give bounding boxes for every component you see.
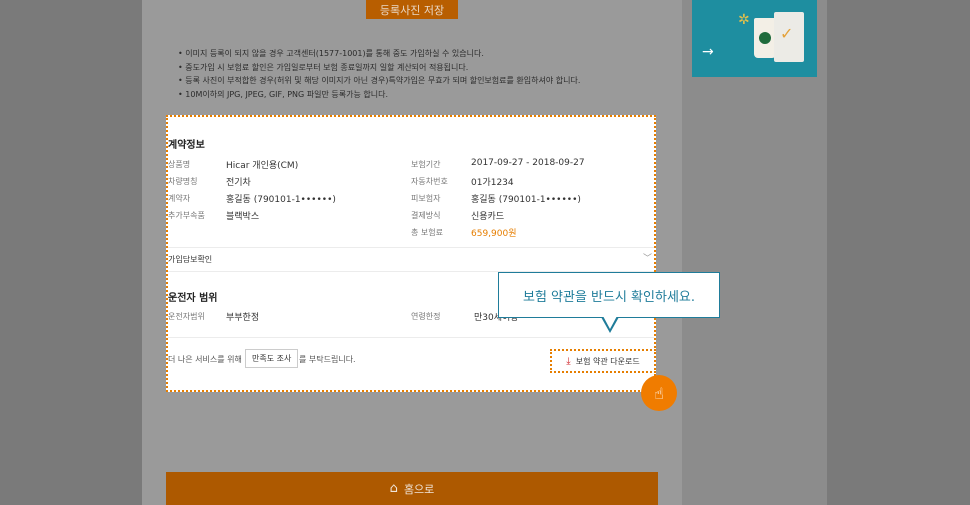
coverage-toggle-title[interactable]: 가입담보확인 (168, 254, 212, 265)
vehicle-value: 전기차 (226, 178, 251, 188)
divider (168, 337, 654, 338)
home-icon: ⌂ (389, 481, 398, 496)
notice-item: 이미지 등록이 되지 않을 경우 고객센터(1577-1001)를 통해 중도 … (178, 47, 658, 61)
period-label: 보험기간 (411, 160, 441, 169)
product-label: 상품명 (168, 160, 191, 169)
driver-range-label: 운전자범위 (168, 312, 205, 321)
terms-download-button[interactable]: ⤓ 보험 약관 다운로드 (550, 349, 656, 373)
divider (168, 247, 654, 248)
contract-card: 계약정보 상품명 Hicar 개인용(CM) 차량명칭 전기차 계약자 홍길동 … (166, 115, 656, 392)
payment-value: 신용카드 (471, 212, 505, 222)
survey-text-suffix: 를 부탁드립니다. (299, 355, 356, 364)
gear-icon: ✲ (738, 12, 750, 28)
terms-download-label: 보험 약관 다운로드 (575, 356, 640, 366)
coffee-cup-icon (754, 18, 776, 58)
vehicle-label: 차량명칭 (168, 177, 198, 186)
tooltip-pointer (601, 316, 619, 333)
home-button[interactable]: ⌂ 홈으로 (166, 472, 658, 505)
insured-value: 홍길동 (790101-1••••••) (471, 195, 581, 205)
notice-list: 이미지 등록이 되지 않을 경우 고객센터(1577-1001)를 통해 중도 … (178, 47, 658, 101)
chevron-down-icon[interactable]: ﹀ (643, 251, 652, 264)
save-photo-button[interactable]: 등록사진 저장 (366, 0, 458, 19)
age-limit-label: 연령한정 (411, 312, 441, 321)
driver-section-title: 운전자 범위 (168, 293, 218, 304)
arrow-right-icon[interactable]: → (702, 44, 714, 60)
total-premium-label: 총 보험료 (411, 228, 443, 237)
accessory-label: 추가부속품 (168, 211, 205, 220)
payment-label: 결제방식 (411, 211, 441, 220)
notice-item: 10M이하의 JPG, JPEG, GIF, PNG 파일만 등록가능 합니다. (178, 88, 658, 102)
notice-item: 중도가입 시 보험료 할인은 가입일로부터 보험 종료일까지 일할 계산되어 적… (178, 61, 658, 75)
product-value: Hicar 개인용(CM) (226, 161, 299, 171)
tap-hand-icon: ☝ (641, 375, 677, 411)
contractor-label: 계약자 (168, 194, 191, 203)
contractor-value: 홍길동 (790101-1••••••) (226, 195, 336, 205)
driver-range-value: 부부한정 (226, 313, 260, 323)
promo-banner[interactable]: ✲ ✓ → (692, 0, 817, 77)
car-number-value: 01가1234 (471, 178, 514, 188)
total-premium-value: 659,900원 (471, 229, 517, 239)
car-number-label: 자동차번호 (411, 177, 448, 186)
accessory-value: 블랙박스 (226, 212, 260, 222)
pdf-icon: ⤓ (566, 355, 571, 367)
home-label: 홈으로 (403, 482, 435, 496)
contract-section-title: 계약정보 (168, 140, 205, 151)
period-value: 2017-09-27 - 2018-09-27 (471, 158, 585, 168)
insured-label: 피보험자 (411, 194, 441, 203)
survey-button[interactable]: 만족도 조사 (245, 349, 299, 368)
check-icon: ✓ (780, 24, 794, 43)
notice-item: 등록 사진이 부적합한 경우(허위 및 해당 이미지가 아닌 경우)특약가입은 … (178, 74, 658, 88)
survey-text: 더 나은 서비스를 위해 (168, 355, 242, 364)
terms-tooltip: 보험 약관을 반드시 확인하세요. (498, 272, 720, 318)
